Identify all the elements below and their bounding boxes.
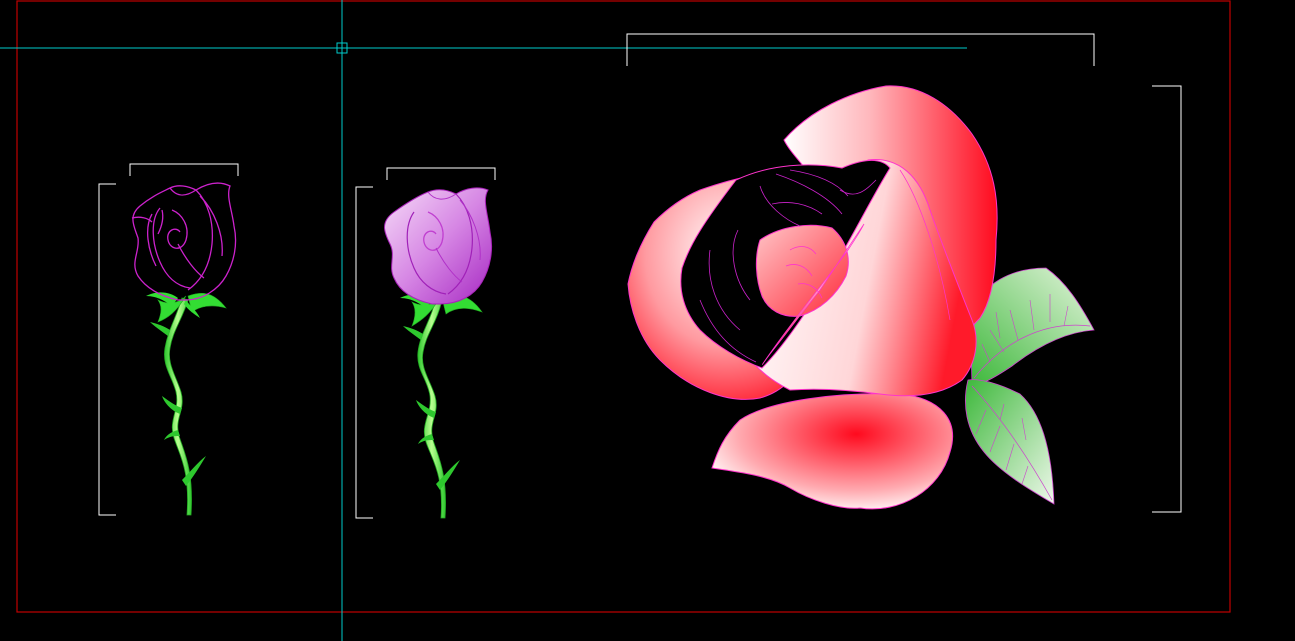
rose-1-stem: [150, 297, 206, 516]
rose-bud-filled[interactable]: [384, 187, 493, 519]
rose-1-sepals: [146, 292, 227, 323]
dimension-top-rose-1[interactable]: [129, 163, 239, 176]
rose-2-petals: [384, 187, 493, 305]
dimension-top-rose-2[interactable]: [386, 167, 496, 180]
rose-1-petals: [131, 182, 237, 301]
rose-bud-outline[interactable]: [131, 182, 237, 516]
rose-3-bottom-petal: [711, 393, 954, 510]
dimension-left-rose-2[interactable]: [355, 186, 373, 519]
dimension-right-rose-3[interactable]: [1152, 85, 1182, 513]
rose-2-stem: [403, 301, 460, 519]
cad-drawing-canvas[interactable]: [0, 0, 1295, 641]
open-rose[interactable]: [627, 85, 1095, 510]
dimension-top-rose-3[interactable]: [626, 33, 1095, 66]
dimension-left-rose-1[interactable]: [98, 183, 116, 516]
